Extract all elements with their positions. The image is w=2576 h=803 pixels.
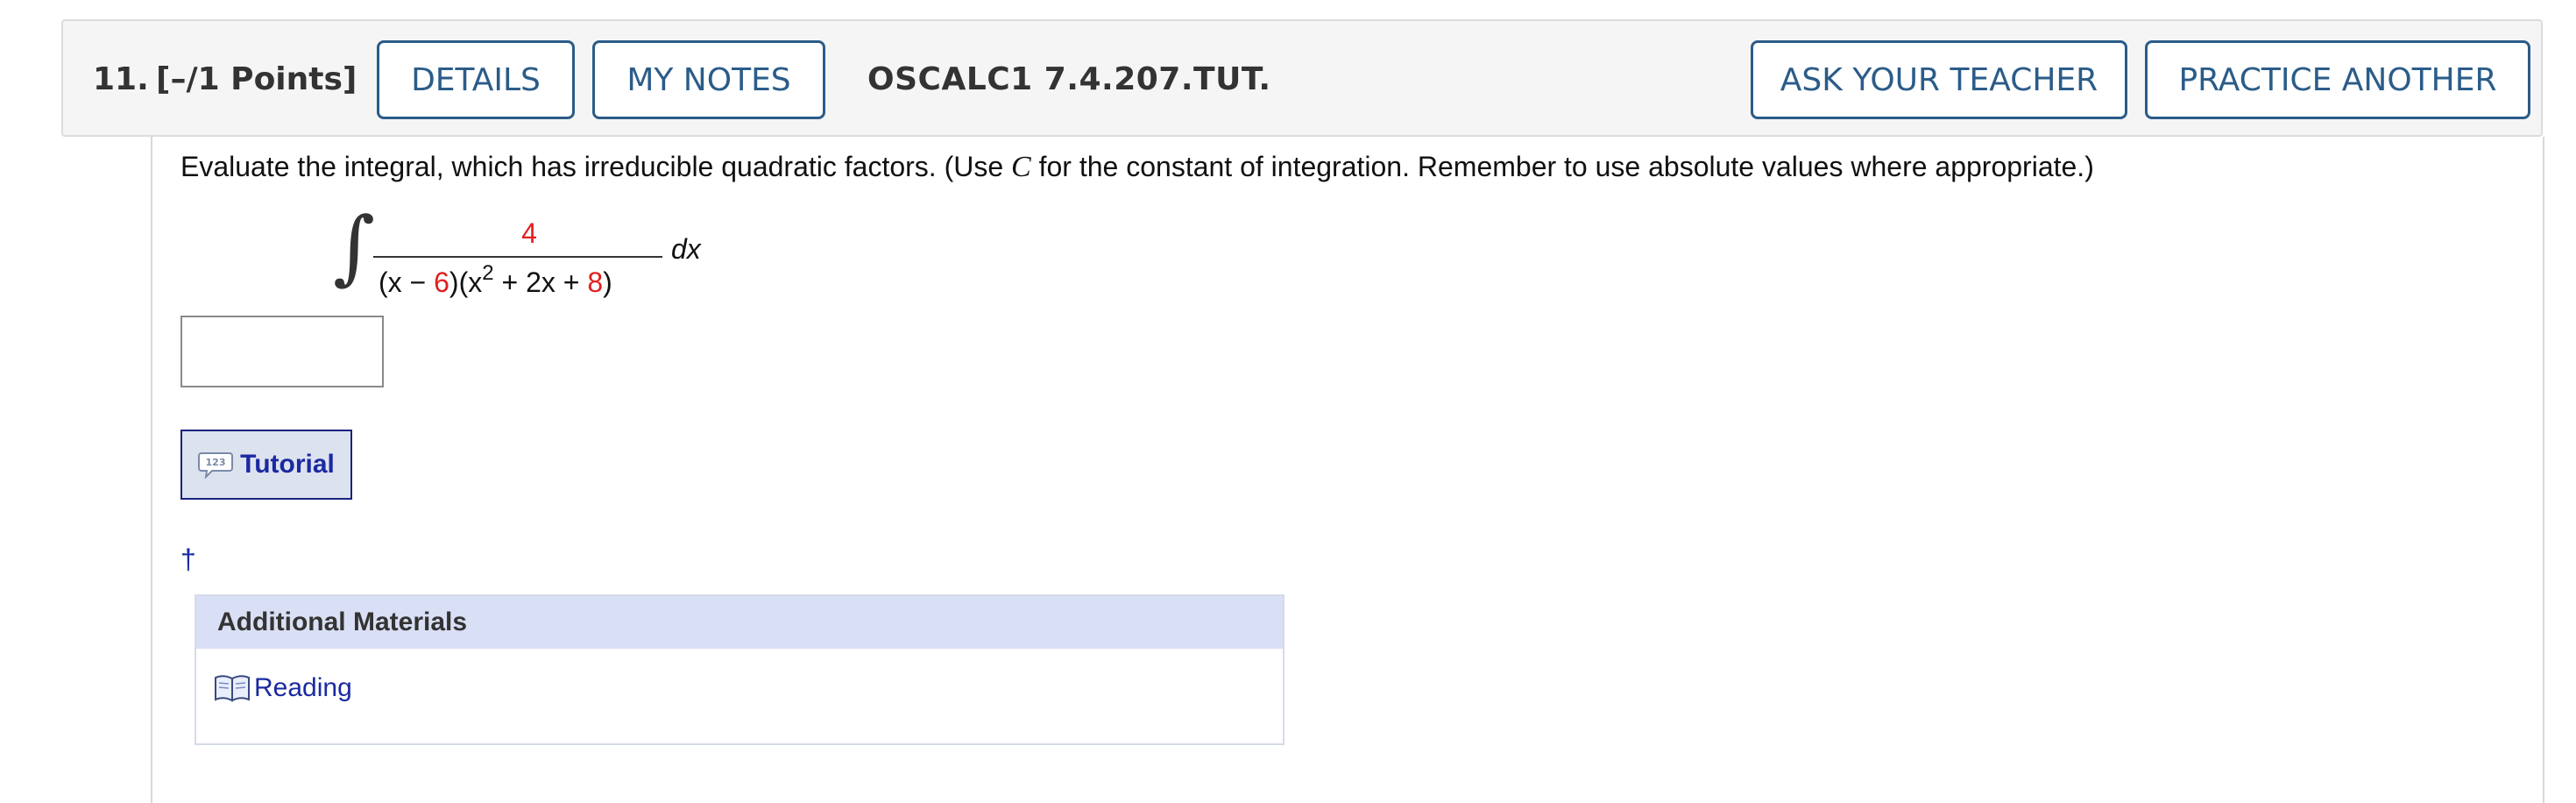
svg-text:123: 123 [206,457,226,468]
fraction-bar [373,256,662,258]
prompt-variable: C [1011,151,1031,183]
additional-materials-box: Additional Materials Reading [195,594,1284,745]
integral-numerator: 4 [521,217,537,249]
question-points: [–/1 Points] [156,61,357,97]
prompt-text-1: Evaluate the integral, which has irreduc… [180,151,1012,182]
book-icon [215,675,250,702]
tutorial-label: Tutorial [240,450,335,479]
denom-mid: )(x [449,266,483,298]
denom-constant-a: 6 [434,266,449,298]
prompt-text-2: for the constant of integration. Remembe… [1030,151,2094,182]
question-header: 11. [–/1 Points] DETAILS MY NOTES OSCALC… [61,19,2543,137]
question-prompt: Evaluate the integral, which has irreduc… [180,151,2094,184]
question-number: 11. [93,61,149,97]
denom-exponent: 2 [482,261,494,285]
integral-denominator: (x − 6)(x2 + 2x + 8) [379,261,612,299]
denom-close: ) [603,266,612,298]
additional-materials-heading: Additional Materials [196,596,1283,649]
practice-another-button[interactable]: PRACTICE ANOTHER [2145,40,2530,119]
dagger-symbol: † [180,544,196,575]
denom-constant-b: 8 [587,266,604,298]
denom-open: (x − [379,266,435,298]
tutorial-123-icon: 123 [198,452,234,479]
question-code: OSCALC1 7.4.207.TUT. [867,61,1271,97]
ask-your-teacher-button[interactable]: ASK YOUR TEACHER [1751,40,2127,119]
reading-label: Reading [254,673,352,702]
integral-sign: ∫ [333,200,375,294]
denom-plus: + 2x + [493,266,588,298]
integral-differential: dx [671,233,701,265]
reading-link[interactable]: Reading [214,673,352,703]
integral-expression: ∫ 4 (x − 6)(x2 + 2x + 8) dx [333,207,771,305]
my-notes-button[interactable]: MY NOTES [592,40,825,119]
details-button[interactable]: DETAILS [377,40,575,119]
answer-input[interactable] [180,316,384,387]
tutorial-button[interactable]: 123 Tutorial [180,430,352,500]
